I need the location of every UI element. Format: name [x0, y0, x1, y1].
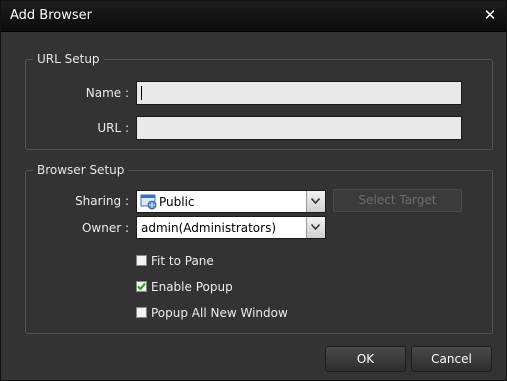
popup-all-new-window-checkbox[interactable]: Popup All New Window — [136, 305, 336, 321]
name-label: Name : — [85, 86, 129, 100]
text-caret — [141, 86, 142, 100]
browser-setup-legend: Browser Setup — [33, 162, 129, 178]
sharing-label: Sharing : — [75, 194, 129, 208]
enable-popup-label: Enable Popup — [151, 280, 233, 294]
fit-to-pane-checkbox[interactable]: Fit to Pane — [136, 253, 316, 269]
popup-all-new-window-label: Popup All New Window — [151, 306, 288, 320]
close-icon[interactable]: ✕ — [481, 6, 499, 24]
sharing-value: Public — [159, 195, 195, 209]
chevron-down-icon[interactable] — [306, 217, 325, 238]
checkbox-box[interactable] — [136, 255, 147, 266]
url-label: URL : — [97, 121, 129, 135]
enable-popup-checkbox[interactable]: Enable Popup — [136, 279, 316, 295]
fit-to-pane-label: Fit to Pane — [151, 254, 214, 268]
ok-button[interactable]: OK — [325, 346, 406, 372]
owner-select[interactable]: admin(Administrators) — [136, 216, 326, 239]
url-setup-legend: URL Setup — [33, 51, 104, 67]
sharing-select[interactable]: Public — [136, 190, 326, 213]
select-target-button[interactable]: Select Target — [333, 189, 462, 212]
owner-label: Owner : — [81, 221, 129, 235]
chevron-down-icon[interactable] — [306, 191, 325, 212]
owner-value: admin(Administrators) — [141, 221, 277, 235]
name-input[interactable] — [136, 81, 462, 105]
dialog-title: Add Browser — [10, 8, 92, 23]
title-bar[interactable]: Add Browser ✕ — [1, 1, 506, 32]
url-input[interactable] — [136, 116, 462, 140]
public-icon — [140, 194, 157, 210]
cancel-button[interactable]: Cancel — [411, 346, 492, 372]
checkbox-box[interactable] — [136, 281, 147, 292]
checkmark-icon — [137, 282, 146, 291]
checkbox-box[interactable] — [136, 307, 147, 318]
add-browser-dialog: Add Browser ✕ URL Setup Name : URL : Bro… — [0, 0, 507, 381]
